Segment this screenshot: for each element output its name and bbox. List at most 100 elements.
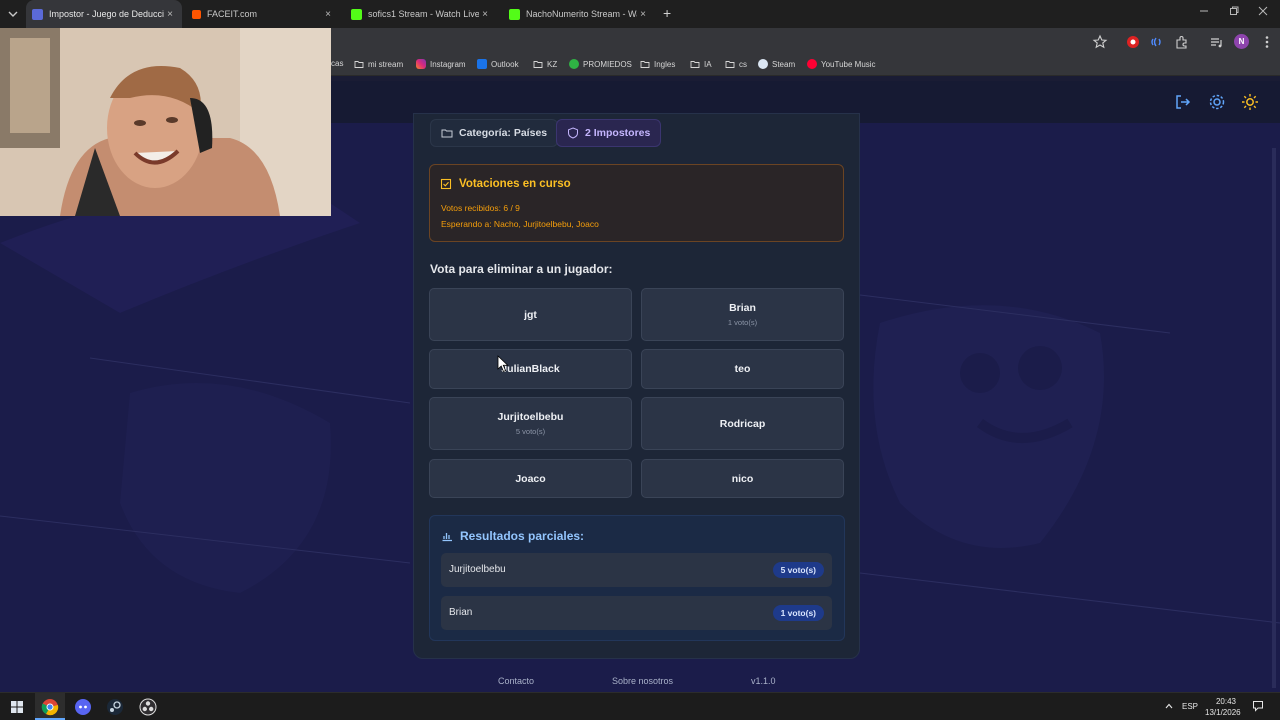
bookmark-label: PROMIEDOS <box>583 59 632 69</box>
language-indicator[interactable]: ESP <box>1182 702 1198 711</box>
impostors-chip: 2 Impostores <box>556 119 662 147</box>
bookmark-folder-ia[interactable]: IA <box>690 59 712 69</box>
windows-start-icon[interactable] <box>8 698 26 716</box>
results-player-name: Brian <box>449 607 473 618</box>
bookmark-star-icon[interactable] <box>1092 34 1108 50</box>
vote-player-button[interactable]: Brian 1 voto(s) <box>641 288 844 341</box>
kick-favicon-icon <box>509 8 520 20</box>
bookmark-outlook[interactable]: Outlook <box>477 59 519 69</box>
windows-taskbar: ESP 20:43 13/1/2026 <box>0 692 1280 720</box>
vote-player-button[interactable]: jgt <box>429 288 632 341</box>
logout-icon[interactable] <box>1172 91 1194 113</box>
partial-results-title: Resultados parciales: <box>441 529 584 543</box>
steam-icon[interactable] <box>106 698 124 716</box>
results-row: Jurjitoelbebu 5 voto(s) <box>441 553 832 587</box>
voting-status-title: Votaciones en curso <box>440 178 571 190</box>
tab-close-icon[interactable]: × <box>637 9 649 20</box>
vote-player-button[interactable]: Jurjitoelbebu 5 voto(s) <box>429 397 632 450</box>
footer-version: v1.1.0 <box>751 676 776 686</box>
category-label: Categoría: Países <box>459 127 548 139</box>
results-row: Brian 1 voto(s) <box>441 596 832 630</box>
more-menu-icon[interactable] <box>1259 34 1275 50</box>
tab-close-icon[interactable]: × <box>322 9 334 20</box>
tab-sofics1-stream[interactable]: sofics1 Stream - Watch Live on × <box>345 0 497 28</box>
bookmark-folder-cs[interactable]: cs <box>725 59 747 69</box>
obs-icon[interactable] <box>139 698 157 716</box>
folder-icon <box>354 59 364 69</box>
bookmark-item[interactable]: cas <box>331 59 343 68</box>
tab-impostor[interactable]: Impostor - Juego de Deducción × <box>26 0 182 28</box>
bookmark-label: YouTube Music <box>821 59 876 69</box>
bookmark-label: Outlook <box>491 59 519 69</box>
tab-search-chevron-icon[interactable] <box>4 6 22 22</box>
theme-sun-icon[interactable] <box>1239 91 1261 113</box>
bookmark-label: Ingles <box>654 59 676 69</box>
browser-tab-bar: Impostor - Juego de Deducción × FACEIT.c… <box>0 0 1280 28</box>
close-window-icon[interactable] <box>1258 6 1268 16</box>
settings-gear-icon[interactable] <box>1206 91 1228 113</box>
clock-date[interactable]: 13/1/2026 <box>1205 708 1241 717</box>
discord-icon[interactable] <box>74 698 92 716</box>
new-tab-button[interactable]: + <box>663 5 671 21</box>
media-controls-icon[interactable] <box>1209 34 1225 50</box>
tray-chevron-up-icon[interactable] <box>1164 701 1174 711</box>
tab-nachonumerito-stream[interactable]: NachoNumerito Stream - Watch × <box>503 0 655 28</box>
folder-icon <box>690 59 700 69</box>
audio-extension-icon[interactable] <box>1149 34 1165 50</box>
impostor-favicon-icon <box>32 8 43 20</box>
vote-player-button[interactable]: nico <box>641 459 844 498</box>
bookmark-label: cas <box>331 59 344 68</box>
bookmark-label: IA <box>704 59 712 69</box>
faceit-favicon-icon <box>192 9 201 19</box>
tab-close-icon[interactable]: × <box>164 9 176 20</box>
vote-player-button[interactable]: JulianBlack <box>429 349 632 389</box>
bookmark-label: mi stream <box>368 59 404 69</box>
footer-contact-link[interactable]: Contacto <box>498 676 534 686</box>
vote-box-icon <box>440 178 452 190</box>
player-name: jgt <box>524 308 537 321</box>
promiedos-icon <box>569 59 579 69</box>
bookmark-label: Instagram <box>430 59 466 69</box>
folder-icon <box>640 59 650 69</box>
tab-label: FACEIT.com <box>207 9 258 19</box>
bar-chart-icon <box>441 530 453 542</box>
footer-about-link[interactable]: Sobre nosotros <box>612 676 673 686</box>
bookmark-label: cs <box>739 59 747 69</box>
profile-avatar[interactable]: N <box>1234 34 1249 49</box>
votes-received-text: Votos recibidos: 6 / 9 <box>441 203 520 213</box>
tab-close-icon[interactable]: × <box>479 9 491 20</box>
minimize-icon[interactable] <box>1199 6 1209 16</box>
bookmark-folder-mi-stream[interactable]: mi stream <box>354 59 403 69</box>
tab-faceit[interactable]: FACEIT.com × <box>186 0 340 28</box>
results-vote-badge: 1 voto(s) <box>772 605 824 621</box>
steam-icon <box>758 59 768 69</box>
folder-icon <box>725 59 735 69</box>
player-name: Joaco <box>515 472 546 485</box>
player-name: Rodricap <box>719 417 766 430</box>
player-name: nico <box>731 472 754 485</box>
bookmark-folder-ingles[interactable]: Ingles <box>640 59 675 69</box>
player-name: Brian <box>729 302 756 314</box>
bookmark-folder-kz[interactable]: KZ <box>533 59 557 69</box>
chrome-icon[interactable] <box>41 698 59 716</box>
vote-player-button[interactable]: Rodricap <box>641 397 844 450</box>
clock-time[interactable]: 20:43 <box>1212 697 1240 706</box>
folder-icon <box>441 127 453 139</box>
bookmark-instagram[interactable]: Instagram <box>416 59 466 69</box>
vote-player-button[interactable]: teo <box>641 349 844 389</box>
bookmark-steam[interactable]: Steam <box>758 59 795 69</box>
site-footer: Contacto Sobre nosotros v1.1.0 <box>0 676 1280 692</box>
extensions-puzzle-icon[interactable] <box>1174 34 1190 50</box>
webcam-overlay <box>0 28 331 216</box>
restore-icon[interactable] <box>1229 6 1239 16</box>
bookmark-promiedos[interactable]: PROMIEDOS <box>569 59 632 69</box>
record-extension-icon[interactable] <box>1125 34 1141 50</box>
voting-title-text: Votaciones en curso <box>459 178 571 190</box>
bookmark-youtube-music[interactable]: YouTube Music <box>807 59 876 69</box>
notifications-icon[interactable] <box>1252 700 1264 712</box>
player-vote-count: 5 voto(s) <box>515 427 546 436</box>
results-player-name: Jurjitoelbebu <box>449 564 506 575</box>
vote-player-button[interactable]: Joaco <box>429 459 632 498</box>
bookmark-label: Steam <box>772 59 796 69</box>
results-title-text: Resultados parciales: <box>460 529 585 543</box>
